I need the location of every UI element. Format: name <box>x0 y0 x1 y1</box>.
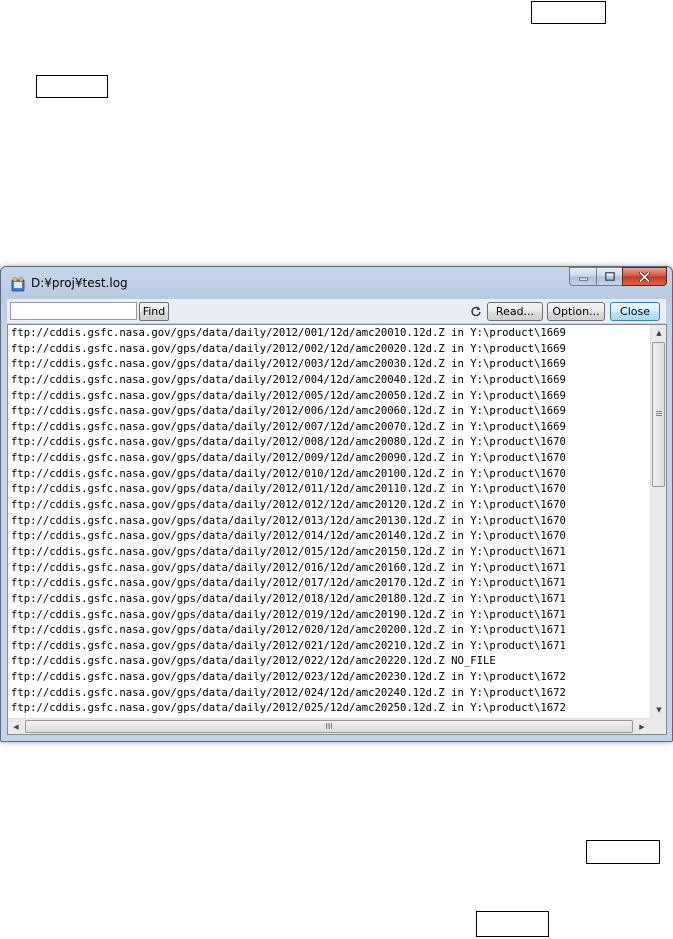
horizontal-scrollbar[interactable]: ◀ III ▶ <box>8 718 650 734</box>
log-line: ftp://cddis.gsfc.nasa.gov/gps/data/daily… <box>11 373 566 386</box>
log-line: ftp://cddis.gsfc.nasa.gov/gps/data/daily… <box>11 592 566 605</box>
log-line: ftp://cddis.gsfc.nasa.gov/gps/data/daily… <box>11 358 566 371</box>
toolbar: Find Read... Option... Close <box>7 299 666 323</box>
read-button[interactable]: Read... <box>487 302 543 321</box>
log-line: ftp://cddis.gsfc.nasa.gov/gps/data/daily… <box>11 561 566 574</box>
document-empty-box <box>531 1 606 24</box>
log-line: ftp://cddis.gsfc.nasa.gov/gps/data/daily… <box>11 702 566 715</box>
log-line: ftp://cddis.gsfc.nasa.gov/gps/data/daily… <box>11 671 566 684</box>
maximize-button[interactable] <box>596 267 622 286</box>
log-text-area[interactable]: ftp://cddis.gsfc.nasa.gov/gps/data/daily… <box>7 324 667 735</box>
search-input[interactable] <box>10 302 137 320</box>
horizontal-scroll-thumb[interactable]: III <box>25 720 633 733</box>
log-line: ftp://cddis.gsfc.nasa.gov/gps/data/daily… <box>11 467 566 480</box>
close-icon <box>639 271 650 282</box>
log-line: ftp://cddis.gsfc.nasa.gov/gps/data/daily… <box>11 577 566 590</box>
scroll-up-arrow[interactable]: ▲ <box>651 325 666 341</box>
refresh-icon[interactable] <box>470 305 482 317</box>
close-button[interactable]: Close <box>610 302 660 321</box>
scroll-down-arrow[interactable]: ▼ <box>651 702 666 718</box>
option-button[interactable]: Option... <box>547 302 605 321</box>
document-empty-box <box>586 840 660 864</box>
vertical-scroll-thumb[interactable] <box>652 342 665 487</box>
log-line: ftp://cddis.gsfc.nasa.gov/gps/data/daily… <box>11 608 566 621</box>
log-line: ftp://cddis.gsfc.nasa.gov/gps/data/daily… <box>11 420 566 433</box>
log-line: ftp://cddis.gsfc.nasa.gov/gps/data/daily… <box>11 405 566 418</box>
caption-buttons <box>569 267 667 287</box>
log-line: ftp://cddis.gsfc.nasa.gov/gps/data/daily… <box>11 655 496 668</box>
scroll-grip-icon: III <box>325 722 333 731</box>
log-lines: ftp://cddis.gsfc.nasa.gov/gps/data/daily… <box>11 326 647 718</box>
log-line: ftp://cddis.gsfc.nasa.gov/gps/data/daily… <box>11 483 566 496</box>
find-button[interactable]: Find <box>139 302 169 321</box>
log-line: ftp://cddis.gsfc.nasa.gov/gps/data/daily… <box>11 639 566 652</box>
log-line: ftp://cddis.gsfc.nasa.gov/gps/data/daily… <box>11 514 566 527</box>
log-line: ftp://cddis.gsfc.nasa.gov/gps/data/daily… <box>11 436 566 449</box>
log-viewer-app-icon <box>11 277 25 292</box>
document-empty-box <box>476 911 549 937</box>
scroll-left-arrow[interactable]: ◀ <box>8 719 24 734</box>
log-line: ftp://cddis.gsfc.nasa.gov/gps/data/daily… <box>11 530 566 543</box>
title-bar[interactable]: D:¥proj¥test.log <box>1 267 672 297</box>
window-title: D:¥proj¥test.log <box>31 276 128 290</box>
log-line: ftp://cddis.gsfc.nasa.gov/gps/data/daily… <box>11 545 566 558</box>
log-line: ftp://cddis.gsfc.nasa.gov/gps/data/daily… <box>11 342 566 355</box>
vertical-scrollbar[interactable]: ▲ ▼ <box>650 325 666 718</box>
log-line: ftp://cddis.gsfc.nasa.gov/gps/data/daily… <box>11 686 566 699</box>
document-empty-box <box>36 75 108 98</box>
scrollbar-corner <box>650 718 666 734</box>
log-line: ftp://cddis.gsfc.nasa.gov/gps/data/daily… <box>11 452 566 465</box>
log-line: ftp://cddis.gsfc.nasa.gov/gps/data/daily… <box>11 389 566 402</box>
window-close-button[interactable] <box>622 267 667 286</box>
log-line: ftp://cddis.gsfc.nasa.gov/gps/data/daily… <box>11 499 566 512</box>
log-line: ftp://cddis.gsfc.nasa.gov/gps/data/daily… <box>11 327 566 339</box>
maximize-icon <box>604 272 615 281</box>
minimize-icon <box>578 277 588 281</box>
scroll-right-arrow[interactable]: ▶ <box>634 719 650 734</box>
minimize-button[interactable] <box>569 267 596 286</box>
log-line: ftp://cddis.gsfc.nasa.gov/gps/data/daily… <box>11 624 566 637</box>
log-viewer-window: D:¥proj¥test.log Find Read... Option... … <box>0 266 673 742</box>
